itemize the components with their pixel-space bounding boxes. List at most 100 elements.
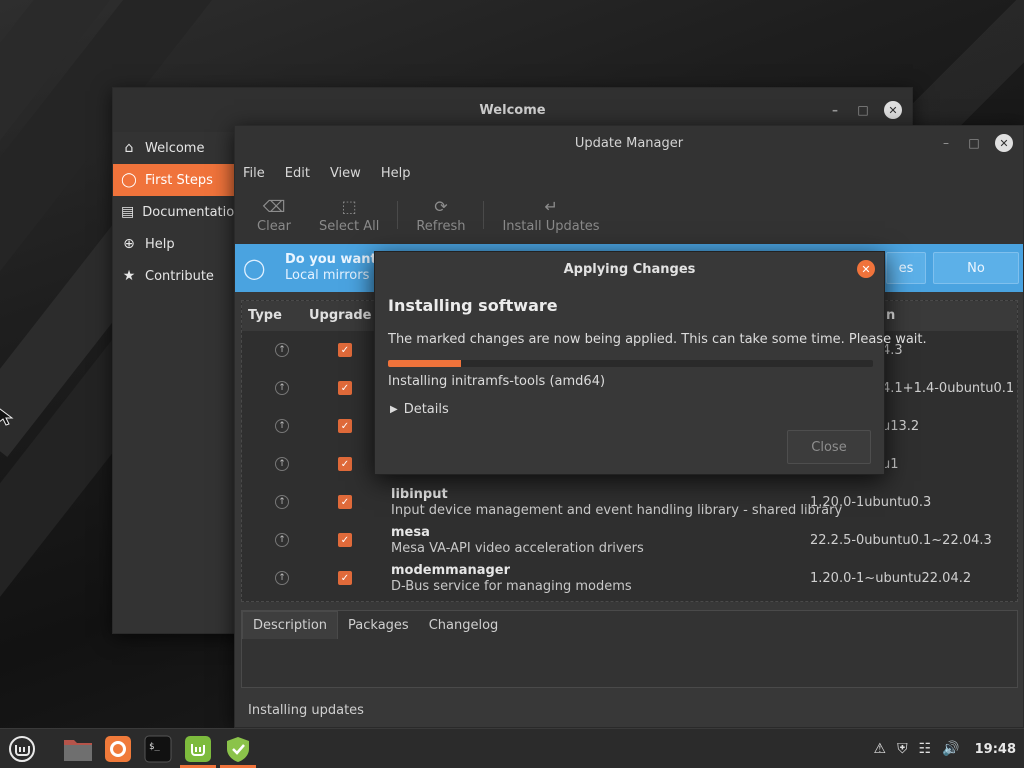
- welcome-window-title: Welcome: [479, 102, 546, 118]
- column-version[interactable]: n: [886, 308, 895, 323]
- backspace-icon: ⌫: [262, 196, 286, 216]
- dialog-heading: Installing software: [388, 296, 558, 315]
- dialog-titlebar[interactable]: Applying Changes ✕: [375, 252, 884, 286]
- terminal-icon[interactable]: $_: [142, 733, 174, 765]
- menu-file[interactable]: File: [243, 166, 265, 181]
- upgrade-checkbox[interactable]: ✓: [338, 571, 352, 585]
- minimize-icon[interactable]: –: [939, 136, 953, 150]
- clear-label: Clear: [257, 218, 291, 234]
- package-description: D-Bus service for managing modems: [391, 579, 632, 594]
- mint-menu-icon[interactable]: [6, 733, 38, 765]
- sidebar-item-first-steps[interactable]: ◯ First Steps: [113, 164, 235, 196]
- files-icon[interactable]: [62, 733, 94, 765]
- menu-view[interactable]: View: [330, 166, 361, 181]
- book-icon: ▤: [121, 204, 135, 220]
- tab-changelog[interactable]: Changelog: [419, 611, 509, 639]
- lightbulb-icon: ◯: [243, 256, 266, 280]
- network-icon[interactable]: ☷: [919, 741, 932, 757]
- upgrade-checkbox[interactable]: ✓: [338, 533, 352, 547]
- dialog-title: Applying Changes: [563, 261, 696, 277]
- select-all-icon: ⬚: [341, 196, 357, 216]
- clock[interactable]: 19:48: [975, 742, 1016, 757]
- upgrade-checkbox[interactable]: ✓: [338, 381, 352, 395]
- sidebar-item-welcome[interactable]: ⌂ Welcome: [113, 132, 235, 164]
- toolbar-separator: [397, 201, 399, 229]
- package-description: Mesa VA-API video acceleration drivers: [391, 541, 644, 556]
- upgrade-checkbox[interactable]: ✓: [338, 419, 352, 433]
- lightbulb-icon: ◯: [121, 172, 137, 188]
- firefox-icon[interactable]: [102, 733, 134, 765]
- menu-help[interactable]: Help: [381, 166, 411, 181]
- infobar-yes-button[interactable]: es: [886, 252, 926, 284]
- infobar-no-button[interactable]: No: [933, 252, 1019, 284]
- dialog-message: The marked changes are now being applied…: [388, 332, 927, 347]
- status-text: Installing updates: [248, 703, 364, 718]
- upgrade-type-icon: ↑: [275, 457, 289, 471]
- close-icon[interactable]: ✕: [884, 101, 902, 119]
- infobar-title: Do you want t: [285, 252, 388, 267]
- progress-bar-fill: [388, 360, 461, 367]
- close-button[interactable]: Close: [787, 430, 871, 464]
- upgrade-type-icon: ↑: [275, 381, 289, 395]
- taskbar: $_ ⚠ ⛨ ☷ 🔊 19:48: [0, 728, 1024, 768]
- package-description: Input device management and event handli…: [391, 503, 843, 518]
- toolbar-separator: [483, 201, 485, 229]
- sidebar-item-label: Welcome: [145, 140, 205, 156]
- install-updates-button[interactable]: ↵ Install Updates: [488, 190, 613, 240]
- system-tray: ⚠ ⛨ ☷ 🔊 19:48: [874, 729, 1016, 768]
- minimize-icon[interactable]: –: [828, 103, 842, 117]
- install-icon: ↵: [544, 196, 558, 216]
- notification-icon[interactable]: ⚠: [874, 741, 887, 757]
- mintwelcome-icon[interactable]: [182, 733, 214, 765]
- select-all-button[interactable]: ⬚ Select All: [305, 190, 393, 240]
- toolbar: ⌫ Clear ⬚ Select All ⟳ Refresh ↵ Install…: [235, 186, 1023, 244]
- package-name: modemmanager: [391, 563, 511, 578]
- close-icon[interactable]: ✕: [995, 134, 1013, 152]
- table-row[interactable]: ↑ ✓ mesa Mesa VA-API video acceleration …: [242, 521, 1017, 559]
- shield-icon[interactable]: ⛨: [897, 741, 908, 757]
- infobar-subtitle: Local mirrors ar: [285, 268, 387, 283]
- column-upgrade[interactable]: Upgrade: [309, 308, 371, 323]
- sidebar-item-help[interactable]: ⊕ Help: [113, 228, 235, 260]
- column-type[interactable]: Type: [248, 308, 282, 323]
- chevron-right-icon: ▶: [390, 404, 398, 415]
- update-manager-titlebar[interactable]: Update Manager – □ ✕: [235, 126, 1023, 160]
- update-manager-icon[interactable]: [222, 733, 254, 765]
- sidebar-item-documentation[interactable]: ▤ Documentation: [113, 196, 242, 228]
- sidebar-item-contribute[interactable]: ★ Contribute: [113, 260, 235, 292]
- svg-text:$_: $_: [149, 742, 160, 752]
- upgrade-checkbox[interactable]: ✓: [338, 495, 352, 509]
- sidebar-item-label: First Steps: [145, 172, 213, 188]
- help-icon: ⊕: [123, 236, 135, 252]
- sidebar-item-label: Contribute: [145, 268, 214, 284]
- volume-icon[interactable]: 🔊: [942, 741, 959, 757]
- table-row[interactable]: ↑ ✓ modemmanager D-Bus service for manag…: [242, 559, 1017, 597]
- package-version: 1.20.0-1ubuntu0.3: [810, 495, 932, 510]
- package-name: mesa: [391, 525, 430, 540]
- clear-button[interactable]: ⌫ Clear: [243, 190, 305, 240]
- package-version: 1.20.0-1~ubuntu22.04.2: [810, 571, 972, 586]
- upgrade-checkbox[interactable]: ✓: [338, 457, 352, 471]
- progress-bar: [388, 360, 873, 367]
- tab-packages[interactable]: Packages: [338, 611, 419, 639]
- maximize-icon[interactable]: □: [967, 136, 981, 150]
- package-name: libinput: [391, 487, 448, 502]
- install-updates-label: Install Updates: [502, 218, 600, 234]
- refresh-icon: ⟳: [434, 196, 448, 216]
- upgrade-type-icon: ↑: [275, 343, 289, 357]
- package-version: 4.1+1.4-0ubuntu0.1: [882, 381, 1015, 396]
- update-manager-title: Update Manager: [574, 135, 684, 151]
- table-row[interactable]: ↑ ✓ libinput Input device management and…: [242, 483, 1017, 521]
- menu-edit[interactable]: Edit: [285, 166, 310, 181]
- upgrade-checkbox[interactable]: ✓: [338, 343, 352, 357]
- tab-description[interactable]: Description: [242, 611, 339, 639]
- close-icon[interactable]: ✕: [857, 260, 875, 278]
- details-expander[interactable]: ▶ Details: [390, 402, 449, 417]
- sidebar-item-label: Documentation: [142, 204, 243, 220]
- refresh-button[interactable]: ⟳ Refresh: [402, 190, 479, 240]
- details-tabs: Description Packages Changelog: [242, 611, 1017, 639]
- home-icon: ⌂: [124, 140, 134, 156]
- star-icon: ★: [122, 268, 136, 284]
- maximize-icon[interactable]: □: [856, 103, 870, 117]
- details-label: Details: [403, 402, 449, 417]
